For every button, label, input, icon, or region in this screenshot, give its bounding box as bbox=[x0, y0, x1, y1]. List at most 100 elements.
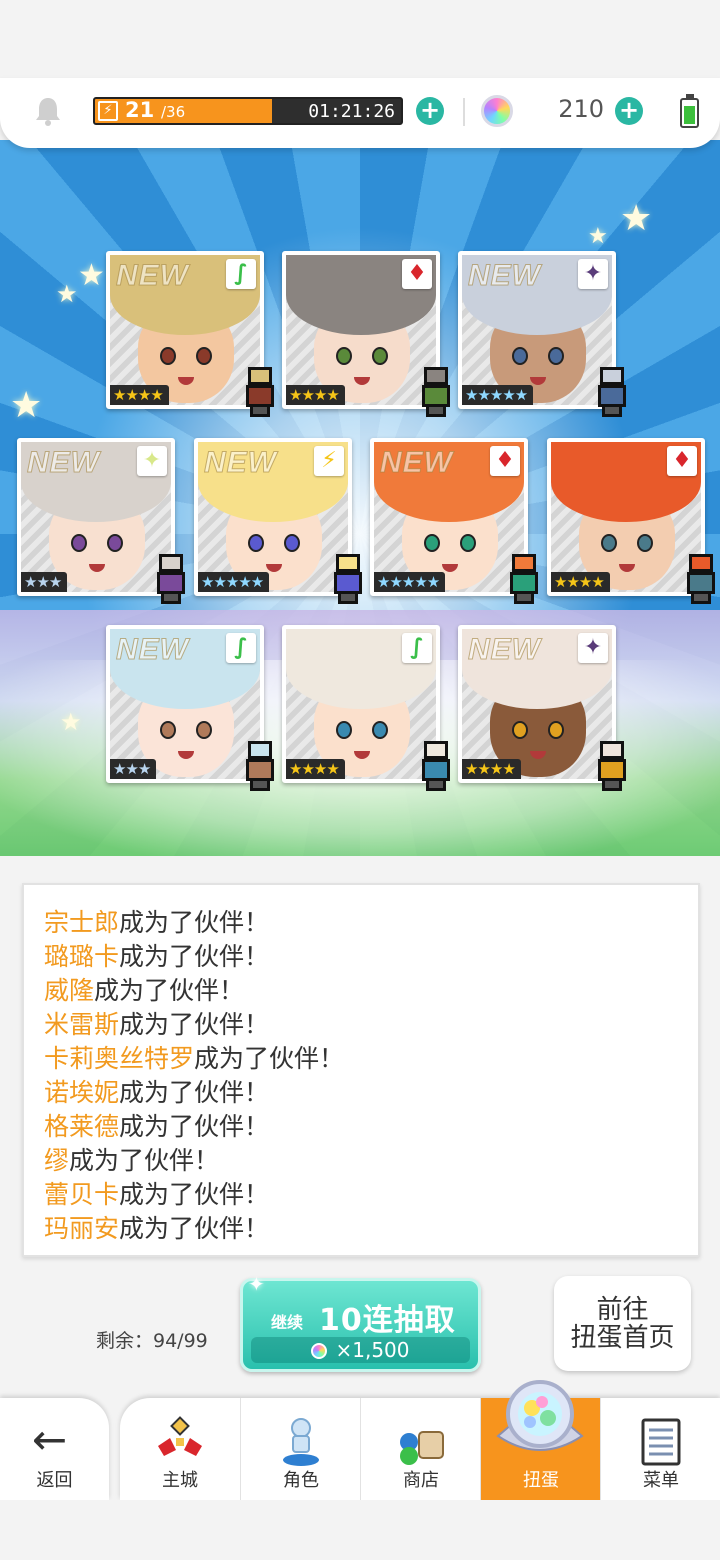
character-card[interactable]: NEW ∫ ★★★★ bbox=[106, 251, 274, 417]
character-name: 米雷斯 bbox=[44, 1010, 120, 1039]
menu-icon bbox=[641, 1418, 681, 1466]
new-badge: NEW bbox=[380, 446, 453, 480]
rarity-stars: ★★★★★ bbox=[198, 572, 270, 592]
character-card[interactable]: ♦ ★★★★ bbox=[547, 438, 715, 604]
dark-element-icon: ✦ bbox=[578, 259, 608, 289]
character-card[interactable]: NEW ⚡ ★★★★★ bbox=[194, 438, 362, 604]
character-name: 蕾贝卡 bbox=[44, 1180, 120, 1209]
result-suffix: 成为了伙伴！ bbox=[119, 908, 270, 937]
rarity-stars: ★★★★ bbox=[286, 385, 345, 405]
bell-icon[interactable] bbox=[34, 96, 62, 126]
draw-10-button[interactable]: 继续 10连抽取 ×1,500 bbox=[240, 1278, 481, 1372]
result-suffix: 成为了伙伴！ bbox=[194, 1044, 345, 1073]
result-list: 宗士郎成为了伙伴！ 璐璐卡成为了伙伴！ 威隆成为了伙伴！ 米雷斯成为了伙伴！ 卡莉奥丝特… bbox=[24, 885, 698, 1247]
gacha-result-screen: ★ ★ ★ ★ ★ ★ NEW ∫ ★★★★ ♦ ★★★★ NEW ✦ ★★★★★ NEW ✦ ★★… bbox=[0, 0, 720, 1560]
stamina-max: /36 bbox=[161, 103, 186, 121]
thunder-element-icon: ⚡ bbox=[314, 446, 344, 476]
divider bbox=[463, 98, 465, 126]
goto-line-2: 扭蛋首页 bbox=[570, 1323, 675, 1353]
character-card[interactable]: NEW ∫ ★★★ bbox=[106, 625, 274, 791]
fire-element-icon: ♦ bbox=[667, 446, 697, 476]
rarity-stars: ★★★★★ bbox=[374, 572, 446, 592]
character-card[interactable]: NEW ♦ ★★★★★ bbox=[370, 438, 538, 604]
pixel-sprite-icon bbox=[149, 554, 193, 606]
rarity-stars: ★★★ bbox=[21, 572, 68, 592]
system-gesture-area bbox=[0, 1500, 720, 1560]
sparkle-star-icon: ★ bbox=[588, 224, 608, 249]
result-suffix: 成为了伙伴！ bbox=[69, 1146, 220, 1175]
pixel-sprite-icon bbox=[590, 367, 634, 419]
sparkle-star-icon: ★ bbox=[56, 280, 78, 308]
result-suffix: 成为了伙伴！ bbox=[119, 1112, 270, 1141]
tab-shop[interactable]: 商店 bbox=[360, 1398, 480, 1500]
result-suffix: 成为了伙伴！ bbox=[119, 1214, 270, 1243]
result-log[interactable]: 宗士郎成为了伙伴！ 璐璐卡成为了伙伴！ 威隆成为了伙伴！ 米雷斯成为了伙伴！ 卡莉奥丝特… bbox=[22, 883, 700, 1257]
add-stamina-button[interactable]: + bbox=[416, 97, 444, 125]
back-label: 返回 bbox=[36, 1470, 73, 1491]
character-card[interactable]: NEW ✦ ★★★★ bbox=[458, 625, 626, 791]
rarity-stars: ★★★★ bbox=[110, 385, 169, 405]
back-button[interactable]: ← 返回 bbox=[0, 1398, 109, 1500]
tab-label: 角色 bbox=[283, 1470, 319, 1491]
new-badge: NEW bbox=[27, 446, 100, 480]
lightning-icon: ⚡ bbox=[98, 101, 118, 121]
rarity-stars: ★★★ bbox=[110, 759, 157, 779]
sparkle-star-icon: ★ bbox=[60, 708, 82, 736]
character-icon bbox=[283, 1418, 319, 1466]
result-line: 卡莉奥丝特罗成为了伙伴！ bbox=[44, 1043, 698, 1077]
dark-element-icon: ✦ bbox=[578, 633, 608, 663]
wind-element-icon: ∫ bbox=[226, 633, 256, 663]
pixel-sprite-icon bbox=[238, 741, 282, 793]
pixel-sprite-icon bbox=[238, 367, 282, 419]
result-line: 宗士郎成为了伙伴！ bbox=[44, 907, 698, 941]
character-card[interactable]: NEW ✦ ★★★ bbox=[17, 438, 185, 604]
continue-label: 继续 bbox=[271, 1313, 304, 1332]
character-name: 玛丽安 bbox=[44, 1214, 120, 1243]
character-name: 缪 bbox=[44, 1146, 70, 1175]
tab-label: 扭蛋 bbox=[523, 1470, 559, 1491]
character-name: 诺埃妮 bbox=[44, 1078, 120, 1107]
rainbow-gem-icon bbox=[481, 95, 513, 127]
stamina-timer: 01:21:26 bbox=[308, 101, 395, 122]
gacha-machine-icon bbox=[496, 1380, 584, 1451]
result-line: 威隆成为了伙伴！ bbox=[44, 975, 698, 1009]
light-element-icon: ✦ bbox=[137, 446, 167, 476]
sparkle-icon: ✦ bbox=[248, 1272, 265, 1296]
character-name: 卡莉奥丝特罗 bbox=[44, 1044, 195, 1073]
result-suffix: 成为了伙伴！ bbox=[119, 942, 270, 971]
pixel-sprite-icon bbox=[590, 741, 634, 793]
result-line: 诺埃妮成为了伙伴！ bbox=[44, 1077, 698, 1111]
tab-character[interactable]: 角色 bbox=[240, 1398, 360, 1500]
fire-element-icon: ♦ bbox=[402, 259, 432, 289]
rarity-stars: ★★★★ bbox=[551, 572, 610, 592]
result-suffix: 成为了伙伴！ bbox=[119, 1078, 270, 1107]
pixel-sprite-icon bbox=[414, 741, 458, 793]
nav-tabs: 主城 角色 商店 扭蛋 菜单 bbox=[120, 1398, 720, 1500]
character-card[interactable]: NEW ✦ ★★★★★ bbox=[458, 251, 626, 417]
tab-label: 菜单 bbox=[643, 1470, 679, 1491]
new-badge: NEW bbox=[116, 259, 189, 293]
new-badge: NEW bbox=[468, 633, 541, 667]
tab-menu[interactable]: 菜单 bbox=[600, 1398, 720, 1500]
rarity-stars: ★★★★ bbox=[286, 759, 345, 779]
bottom-nav: ← 返回 主城 角色 商店 扭蛋 菜单 bbox=[0, 1380, 720, 1500]
tab-label: 商店 bbox=[403, 1470, 439, 1491]
character-card[interactable]: ♦ ★★★★ bbox=[282, 251, 450, 417]
pixel-sprite-icon bbox=[326, 554, 370, 606]
stamina-bar: ⚡ 21 /36 01:21:26 bbox=[93, 97, 403, 125]
goto-gacha-home-button[interactable]: 前往 扭蛋首页 bbox=[554, 1276, 691, 1371]
pixel-sprite-icon bbox=[414, 367, 458, 419]
new-badge: NEW bbox=[468, 259, 541, 293]
character-card[interactable]: ∫ ★★★★ bbox=[282, 625, 450, 791]
result-line: 蕾贝卡成为了伙伴！ bbox=[44, 1179, 698, 1213]
castle-icon bbox=[158, 1416, 202, 1456]
result-suffix: 成为了伙伴！ bbox=[119, 1180, 270, 1209]
tab-main-city[interactable]: 主城 bbox=[120, 1398, 240, 1500]
goto-line-1: 前往 bbox=[596, 1295, 649, 1325]
battery-icon bbox=[680, 94, 699, 128]
result-suffix: 成为了伙伴！ bbox=[94, 976, 245, 1005]
add-gems-button[interactable]: + bbox=[615, 97, 643, 125]
rainbow-gem-icon bbox=[311, 1343, 328, 1359]
rarity-stars: ★★★★★ bbox=[462, 385, 534, 405]
wind-element-icon: ∫ bbox=[402, 633, 432, 663]
